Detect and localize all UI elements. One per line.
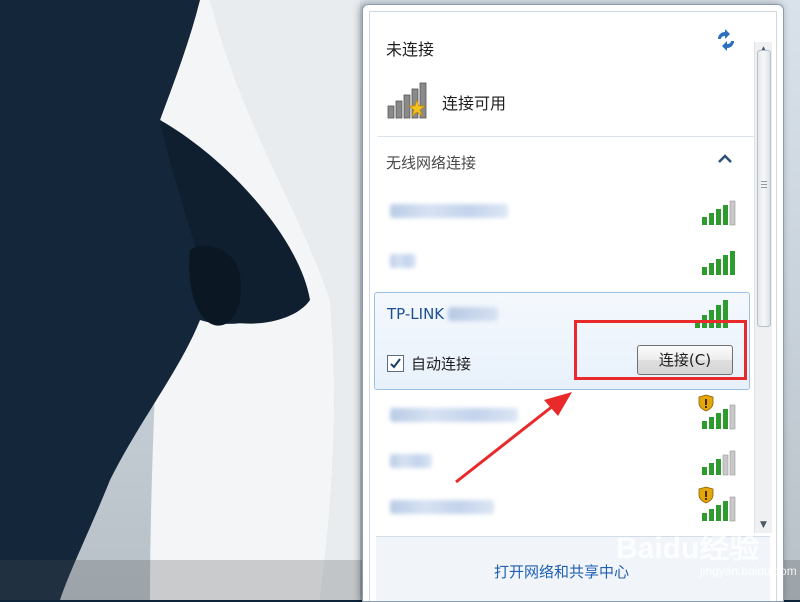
refresh-icon[interactable] (714, 28, 738, 52)
annotation-arrow-icon (455, 392, 572, 484)
annotation-highlight-box (574, 320, 747, 380)
blurred-network-name (390, 454, 432, 468)
network-list-item[interactable] (378, 190, 740, 234)
flyout-content: 未连接 连接可用 无线网络连接 TP-LINK 自动连接 连接(C) ▼ 打开网… (369, 11, 777, 601)
connection-status-title: 未连接 (386, 40, 435, 59)
chevron-up-icon[interactable] (716, 150, 734, 168)
network-list-item[interactable] (378, 240, 740, 284)
scrollbar-thumb[interactable] (757, 50, 771, 327)
signal-strength-icon (702, 200, 736, 226)
wifi-network-flyout: 未连接 连接可用 无线网络连接 TP-LINK 自动连接 连接(C) ▼ 打开网… (362, 4, 784, 602)
grip-line (761, 187, 767, 188)
auto-connect-label: 自动连接 (411, 355, 472, 373)
signal-strength-icon (702, 450, 736, 476)
auto-connect-checkbox[interactable] (387, 355, 404, 372)
wireless-section-title: 无线网络连接 (386, 154, 477, 172)
blurred-network-name (390, 500, 494, 514)
signal-available-icon (386, 80, 436, 120)
network-name-text: TP-LINK (387, 305, 445, 323)
network-list-scrollbar[interactable]: ▲ ▼ (754, 42, 772, 533)
checkmark-icon (390, 358, 401, 369)
watermark-url: jingyan.baidu.com (700, 564, 797, 578)
blurred-network-suffix (448, 307, 499, 321)
grip-line (761, 181, 767, 182)
availability-text: 连接可用 (442, 94, 507, 113)
signal-strength-icon (702, 251, 735, 275)
divider (378, 136, 754, 137)
grip-line (761, 184, 767, 185)
blurred-network-name (390, 254, 416, 268)
signal-strength-icon (702, 404, 736, 430)
selected-network-name: TP-LINK (387, 305, 499, 323)
watermark-logo-text: Baidu经验 (616, 531, 759, 565)
open-network-sharing-center-link[interactable]: 打开网络和共享中心 (494, 561, 629, 582)
blurred-network-name (390, 204, 508, 218)
